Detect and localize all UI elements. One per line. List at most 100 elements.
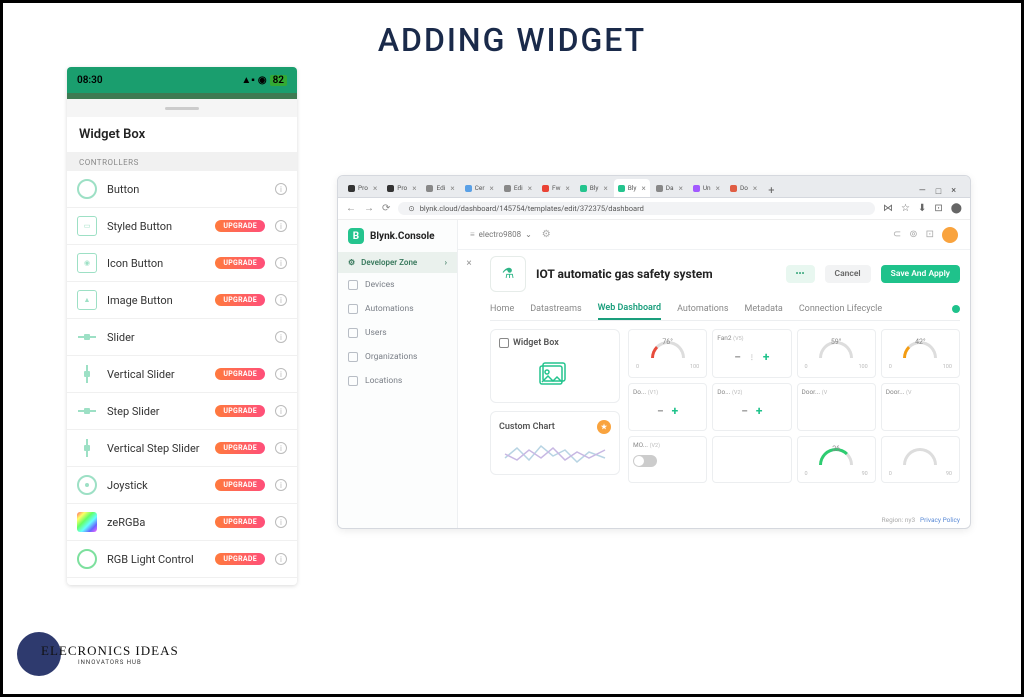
minimize-icon[interactable]: — bbox=[919, 186, 926, 197]
profile-icon[interactable]: ⬤ bbox=[951, 203, 962, 214]
upgrade-badge[interactable]: UPGRADE bbox=[215, 220, 265, 232]
door-widget[interactable]: Door... (V bbox=[797, 383, 876, 432]
more-button[interactable]: ••• bbox=[786, 265, 815, 283]
close-icon[interactable]: × bbox=[679, 184, 683, 193]
plus-icon[interactable]: + bbox=[763, 350, 770, 364]
gauge-widget[interactable]: 26090 bbox=[797, 436, 876, 483]
minus-icon[interactable]: − bbox=[741, 404, 748, 418]
nav-devices[interactable]: Devices bbox=[338, 273, 457, 297]
info-icon[interactable]: i bbox=[275, 183, 287, 195]
close-icon[interactable]: × bbox=[412, 184, 416, 193]
list-item[interactable]: Vertical SliderUPGRADEi bbox=[67, 356, 297, 393]
share-icon[interactable]: ⋈ bbox=[883, 203, 893, 214]
minus-icon[interactable]: − bbox=[734, 350, 741, 364]
info-icon[interactable]: i bbox=[275, 405, 287, 417]
list-item[interactable]: Slideri bbox=[67, 319, 297, 356]
plus-icon[interactable]: + bbox=[672, 404, 679, 418]
stepper-widget[interactable]: Do... (V1)−+ bbox=[628, 383, 707, 432]
device-selector[interactable]: ≡electro9808⌄ bbox=[470, 230, 532, 239]
new-tab-button[interactable]: + bbox=[763, 184, 779, 197]
back-icon[interactable]: ← bbox=[346, 203, 356, 214]
app-logo[interactable]: BBlynk.Console bbox=[338, 220, 457, 252]
list-item[interactable]: Step HUPGRADE bbox=[67, 578, 297, 585]
gauge-widget[interactable]: 42°0100 bbox=[881, 329, 960, 378]
maximize-icon[interactable]: □ bbox=[936, 186, 941, 197]
browser-tab[interactable]: Edi× bbox=[500, 179, 536, 197]
browser-tab[interactable]: Do× bbox=[726, 179, 761, 197]
user-avatar[interactable] bbox=[942, 227, 958, 243]
privacy-link[interactable]: Privacy Policy bbox=[920, 516, 960, 524]
upgrade-badge[interactable]: UPGRADE bbox=[215, 368, 265, 380]
upgrade-badge[interactable]: UPGRADE bbox=[215, 405, 265, 417]
close-window-icon[interactable]: × bbox=[951, 186, 956, 197]
browser-tab-active[interactable]: Bly× bbox=[614, 179, 650, 197]
browser-tab[interactable]: Fw× bbox=[538, 179, 574, 197]
close-icon[interactable]: × bbox=[450, 184, 454, 193]
drawer-grabber[interactable] bbox=[67, 99, 297, 117]
cancel-button[interactable]: Cancel bbox=[825, 265, 871, 283]
custom-chart-card[interactable]: Custom Chart★ bbox=[490, 411, 620, 475]
toggle-switch[interactable] bbox=[633, 455, 657, 467]
upgrade-badge[interactable]: UPGRADE bbox=[215, 553, 265, 565]
stepper-widget[interactable]: Do... (V2)−+ bbox=[712, 383, 791, 432]
tab-web-dashboard[interactable]: Web Dashboard bbox=[598, 298, 661, 320]
tab-connection-lifecycle[interactable]: Connection Lifecycle bbox=[799, 299, 882, 319]
info-icon[interactable]: i bbox=[275, 516, 287, 528]
browser-tab[interactable]: Pro× bbox=[344, 179, 381, 197]
browser-tab[interactable]: Pro× bbox=[383, 179, 420, 197]
list-item[interactable]: Step SliderUPGRADEi bbox=[67, 393, 297, 430]
widget-box-card[interactable]: Widget Box bbox=[490, 329, 620, 403]
plus-icon[interactable]: + bbox=[756, 404, 763, 418]
nav-users[interactable]: Users bbox=[338, 321, 457, 345]
browser-tab[interactable]: Da× bbox=[652, 179, 687, 197]
fan-widget[interactable]: Fan2 (V5)−⋮+ bbox=[712, 329, 791, 378]
download-icon[interactable]: ⬇ bbox=[918, 203, 926, 214]
info-icon[interactable]: i bbox=[275, 442, 287, 454]
close-icon[interactable]: × bbox=[528, 184, 532, 193]
developer-zone-button[interactable]: ⚙Developer Zone› bbox=[338, 252, 457, 273]
nav-locations[interactable]: Locations bbox=[338, 369, 457, 393]
tab-metadata[interactable]: Metadata bbox=[745, 299, 783, 319]
list-item[interactable]: Buttoni bbox=[67, 171, 297, 208]
gear-icon[interactable]: ⚙ bbox=[542, 229, 551, 240]
blank-widget[interactable] bbox=[712, 436, 791, 483]
nav-organizations[interactable]: Organizations bbox=[338, 345, 457, 369]
door-widget[interactable]: Door... (V bbox=[881, 383, 960, 432]
list-item[interactable]: Vertical Step SliderUPGRADEi bbox=[67, 430, 297, 467]
tab-automations[interactable]: Automations bbox=[677, 299, 728, 319]
list-item[interactable]: ▭Styled ButtonUPGRADEi bbox=[67, 208, 297, 245]
upgrade-badge[interactable]: UPGRADE bbox=[215, 294, 265, 306]
list-item[interactable]: zeRGBaUPGRADEi bbox=[67, 504, 297, 541]
info-icon[interactable]: i bbox=[275, 331, 287, 343]
panel-close-button[interactable]: × bbox=[458, 250, 480, 528]
browser-tab[interactable]: Un× bbox=[689, 179, 724, 197]
upgrade-badge[interactable]: UPGRADE bbox=[215, 257, 265, 269]
close-icon[interactable]: × bbox=[753, 184, 757, 193]
list-item[interactable]: ▲Image ButtonUPGRADEi bbox=[67, 282, 297, 319]
url-input[interactable]: ⊙blynk.cloud/dashboard/145754/templates/… bbox=[398, 202, 875, 215]
reload-icon[interactable]: ⟳ bbox=[382, 203, 390, 214]
list-item[interactable]: JoystickUPGRADEi bbox=[67, 467, 297, 504]
announce-icon[interactable]: ⊂ bbox=[893, 229, 901, 240]
extensions-icon[interactable]: ⊡ bbox=[934, 203, 942, 214]
browser-tab[interactable]: Cer× bbox=[461, 179, 498, 197]
close-icon[interactable]: × bbox=[565, 184, 569, 193]
gauge-widget[interactable]: 59°0100 bbox=[797, 329, 876, 378]
info-icon[interactable]: i bbox=[275, 368, 287, 380]
upgrade-badge[interactable]: UPGRADE bbox=[215, 442, 265, 454]
info-icon[interactable]: i bbox=[275, 220, 287, 232]
list-item[interactable]: RGB Light ControlUPGRADEi bbox=[67, 541, 297, 578]
tab-datastreams[interactable]: Datastreams bbox=[530, 299, 581, 319]
close-icon[interactable]: × bbox=[603, 184, 607, 193]
tab-home[interactable]: Home bbox=[490, 299, 514, 319]
browser-tab[interactable]: Edi× bbox=[422, 179, 458, 197]
gauge-widget[interactable]: 76°0100 bbox=[628, 329, 707, 378]
info-icon[interactable]: i bbox=[275, 553, 287, 565]
toggle-widget[interactable]: MO... (V2) bbox=[628, 436, 707, 483]
nav-automations[interactable]: Automations bbox=[338, 297, 457, 321]
info-icon[interactable]: i bbox=[275, 479, 287, 491]
star-icon[interactable]: ☆ bbox=[901, 203, 910, 214]
close-icon[interactable]: × bbox=[641, 184, 645, 193]
help-icon[interactable]: ⊚ bbox=[909, 229, 917, 240]
browser-tab[interactable]: Bly× bbox=[576, 179, 612, 197]
